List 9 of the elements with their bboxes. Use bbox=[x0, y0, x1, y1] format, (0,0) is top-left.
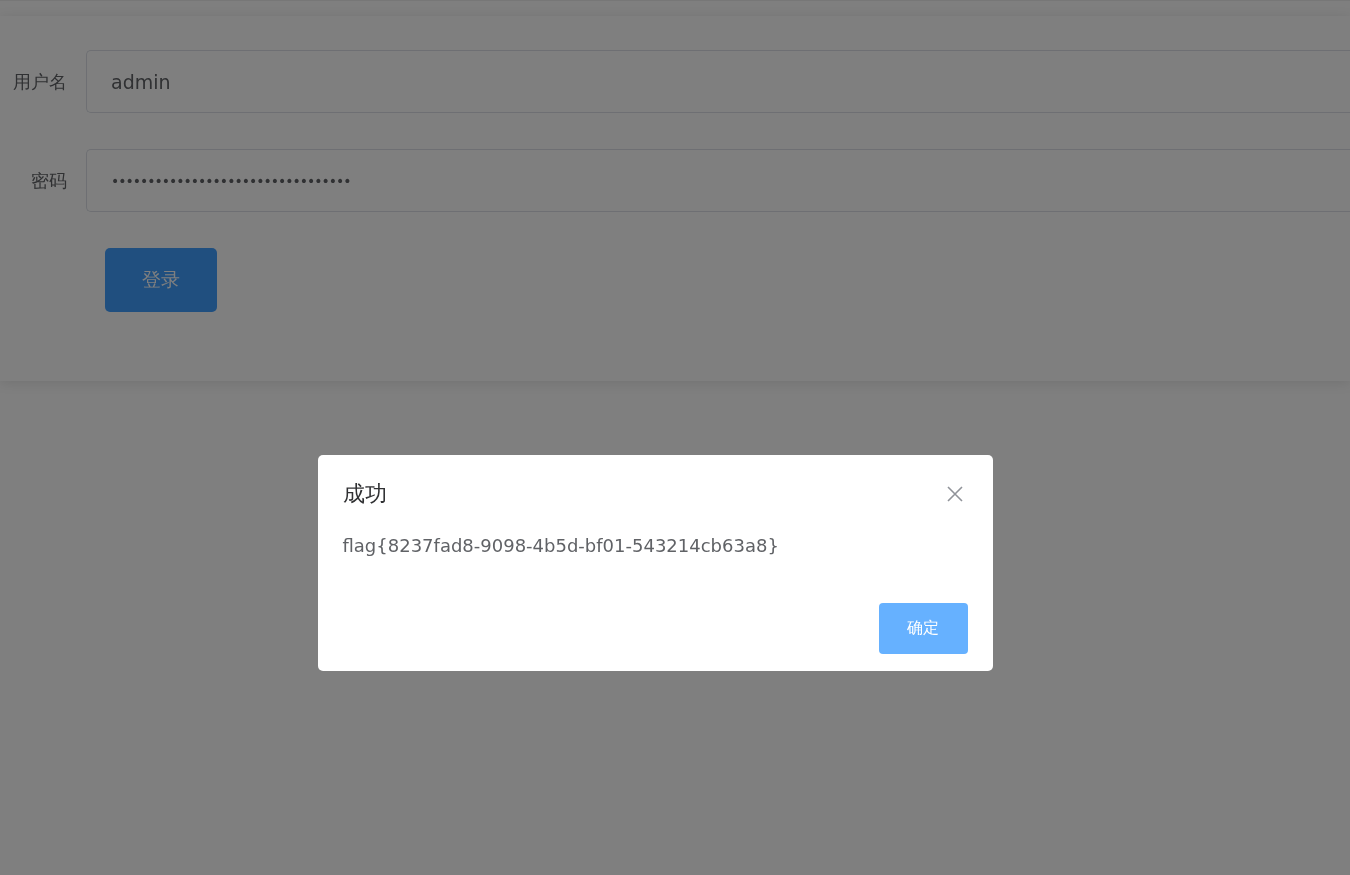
dialog-message: flag{8237fad8-9098-4b5d-bf01-543214cb63a8} bbox=[342, 535, 780, 556]
confirm-button[interactable]: 确定 bbox=[878, 603, 968, 654]
close-icon[interactable] bbox=[944, 484, 965, 504]
dialog-title: 成功 bbox=[342, 480, 387, 508]
field-label: 用户名 bbox=[12, 69, 68, 94]
login-button[interactable]: 登录 bbox=[105, 248, 217, 312]
password-field[interactable]: ••••••••••••••••••••••••••••••••• bbox=[86, 149, 1350, 212]
field-label: 密码 bbox=[30, 168, 68, 193]
username-field[interactable]: admin bbox=[86, 50, 1350, 113]
